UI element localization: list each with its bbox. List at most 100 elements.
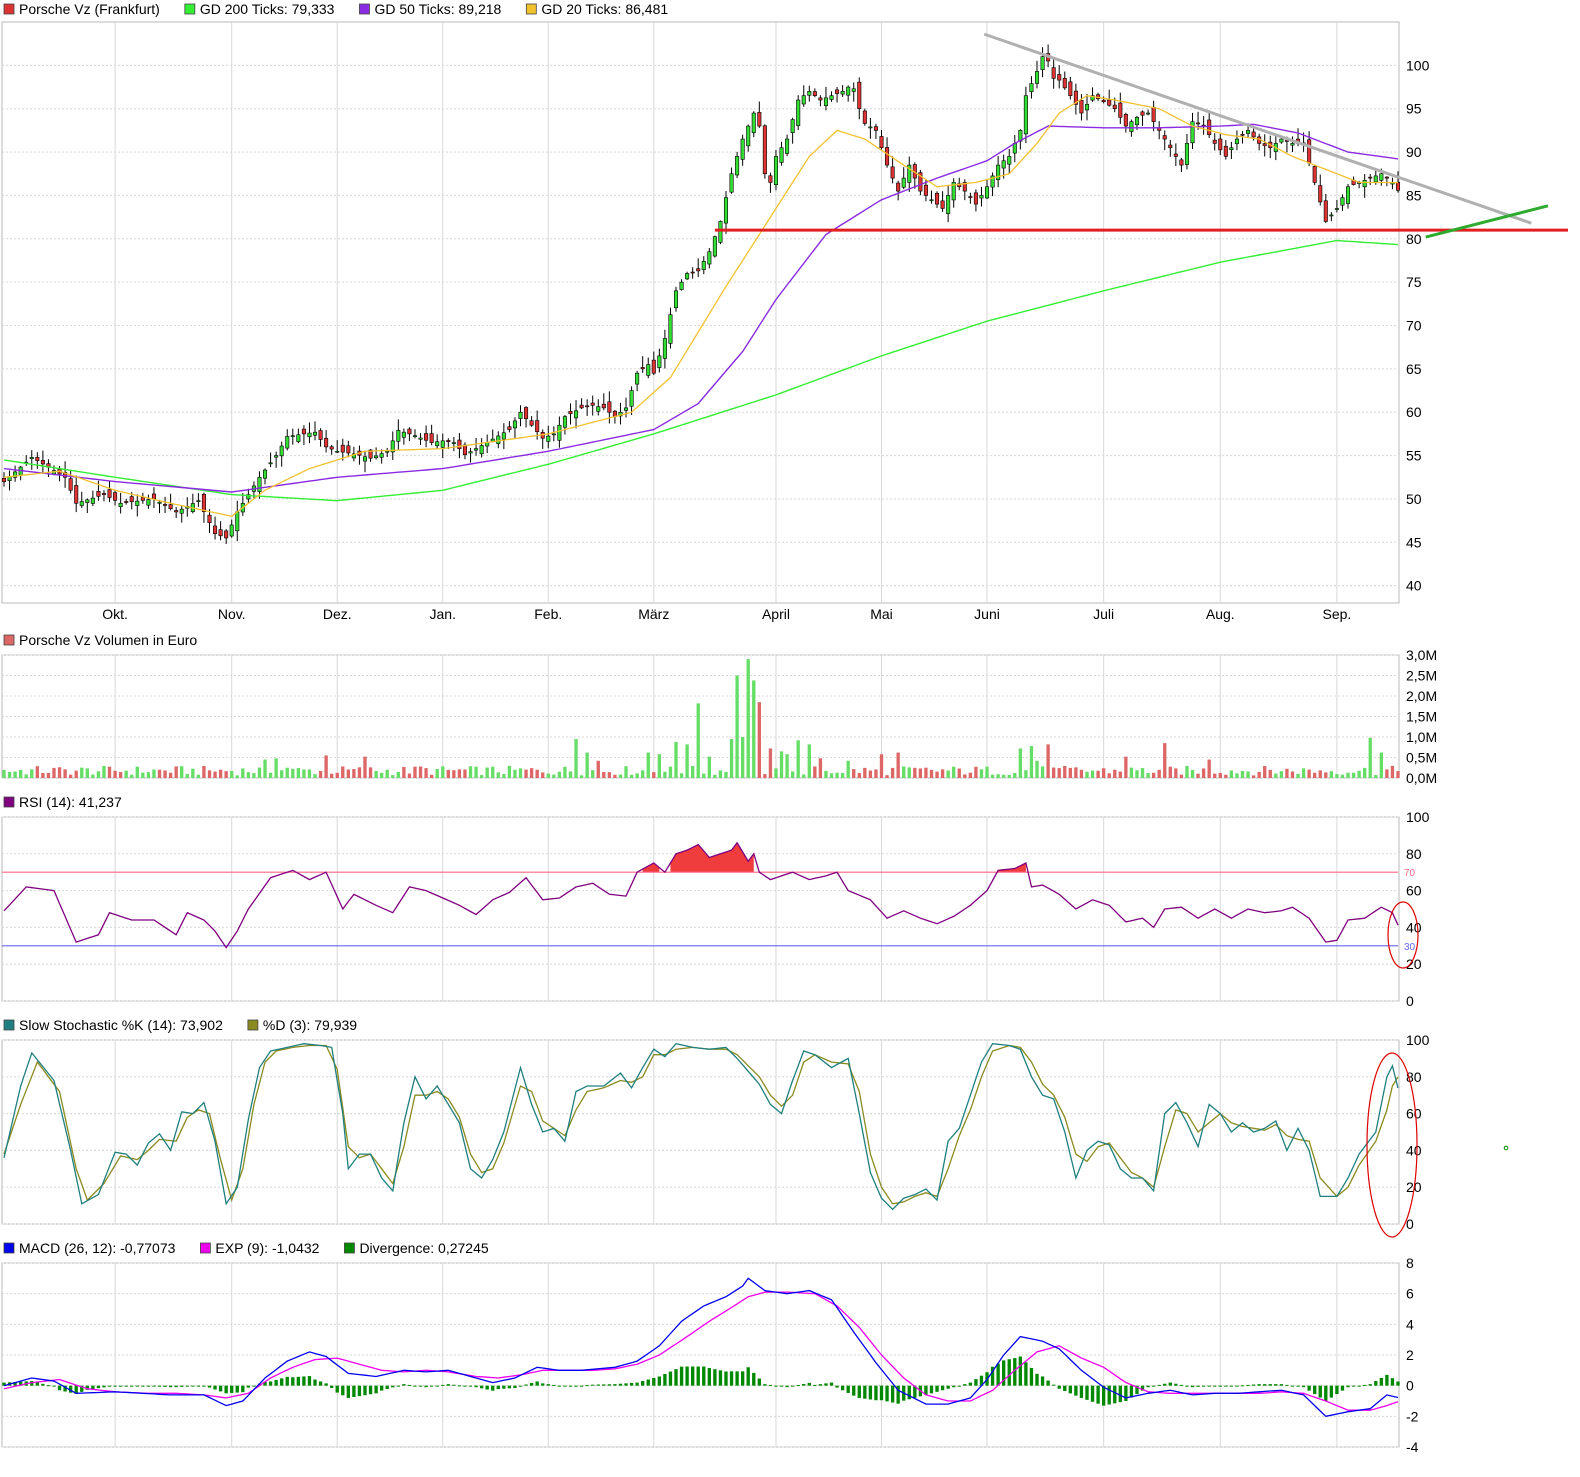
volume-bar	[635, 773, 639, 778]
candle	[451, 442, 456, 444]
volume-bar	[885, 775, 889, 778]
candle	[574, 410, 579, 419]
macd-y-tick-label: -4	[1406, 1439, 1419, 1455]
price-y-tick-label: 45	[1406, 534, 1422, 550]
volume-bar	[1063, 765, 1067, 778]
candle	[596, 406, 601, 412]
candle	[362, 456, 368, 462]
candle	[329, 446, 334, 450]
candle	[74, 485, 79, 504]
divergence-bar	[307, 1376, 312, 1386]
candle	[529, 420, 534, 426]
volume-bar	[757, 702, 761, 778]
divergence-bar	[668, 1371, 673, 1386]
candle	[1340, 197, 1345, 206]
candle	[1229, 147, 1234, 150]
volume-bar	[1035, 760, 1039, 778]
divergence-bar	[1263, 1384, 1267, 1386]
divergence-bar	[379, 1385, 384, 1391]
divergence-bar	[779, 1385, 784, 1387]
volume-bar	[585, 752, 589, 778]
candle	[35, 456, 40, 461]
price-y-tick-label: 80	[1406, 231, 1422, 247]
candle	[1084, 104, 1090, 111]
candle	[935, 192, 940, 205]
candle	[429, 433, 434, 443]
divergence-bar	[41, 1383, 45, 1386]
x-tick-label-10: Juli	[1093, 606, 1114, 622]
divergence-bar	[118, 1385, 123, 1387]
volume-bar	[1201, 768, 1206, 778]
divergence-bar	[291, 1377, 295, 1386]
volume-bar	[929, 769, 934, 778]
volume-bar	[990, 774, 995, 778]
candle	[923, 184, 928, 196]
candle	[268, 462, 273, 465]
divergence-bar	[1068, 1385, 1072, 1394]
divergence-bar	[535, 1381, 539, 1386]
price-y-tick-label: 70	[1406, 318, 1422, 334]
candle	[751, 112, 756, 134]
vol-y-tick-label: 2,0M	[1406, 688, 1437, 704]
candle	[984, 186, 990, 199]
candle	[1251, 131, 1256, 138]
volume-bar	[596, 760, 600, 778]
divergence-bar	[646, 1379, 650, 1386]
vol-y-tick-label: 1,5M	[1406, 709, 1437, 725]
candle	[1007, 156, 1012, 165]
candle	[1146, 112, 1151, 115]
candle	[646, 364, 651, 376]
candle	[579, 404, 584, 409]
candle	[673, 290, 679, 309]
volume-bar	[346, 769, 351, 778]
x-tick-label-3: Dez.	[323, 606, 352, 622]
candle	[1312, 166, 1317, 183]
volume-bar	[113, 770, 117, 778]
volume-bar	[1285, 768, 1289, 778]
volume-bar	[1051, 767, 1056, 778]
volume-bar	[1390, 765, 1395, 778]
volume-bar	[118, 772, 123, 778]
divergence-bar	[213, 1385, 217, 1390]
volume-bar	[502, 773, 506, 778]
candle	[140, 497, 145, 501]
candle	[157, 501, 162, 504]
divergence-bar	[1113, 1385, 1117, 1404]
divergence-bar	[1168, 1382, 1172, 1386]
volume-bar	[280, 770, 284, 778]
candle	[862, 110, 867, 124]
candle	[435, 441, 440, 447]
divergence-bar	[446, 1384, 450, 1386]
volume-bar	[1346, 772, 1350, 778]
divergence-bar	[563, 1385, 567, 1387]
legend-label: Slow Stochastic %K (14): 73,902	[19, 1017, 223, 1033]
x-tick-label-2: Nov.	[218, 606, 246, 622]
volume-bar	[41, 773, 45, 778]
divergence-bar	[957, 1385, 961, 1387]
volume-bar	[313, 774, 317, 778]
candle	[879, 136, 884, 149]
volume-bar	[507, 765, 512, 778]
vol-y-tick-label: 0,5M	[1406, 750, 1437, 766]
divergence-bar	[1329, 1385, 1334, 1398]
candle	[107, 489, 112, 498]
divergence-bar	[124, 1385, 128, 1387]
divergence-bar	[1324, 1385, 1328, 1401]
volume-bar	[1046, 744, 1050, 778]
volume-bar	[196, 774, 201, 778]
divergence-bar	[202, 1385, 206, 1387]
candle	[257, 476, 262, 492]
candle	[1068, 81, 1073, 97]
candle	[29, 457, 34, 459]
divergence-bar	[907, 1385, 911, 1400]
divergence-bar	[574, 1385, 578, 1387]
price-y-tick-label: 90	[1406, 144, 1422, 160]
candle	[135, 500, 140, 506]
divergence-bar	[763, 1384, 767, 1386]
volume-bar	[30, 769, 34, 778]
divergence-bar	[374, 1385, 378, 1394]
candle	[768, 175, 773, 183]
candle	[696, 268, 701, 272]
volume-bar	[174, 766, 178, 778]
divergence-bar	[441, 1384, 445, 1386]
